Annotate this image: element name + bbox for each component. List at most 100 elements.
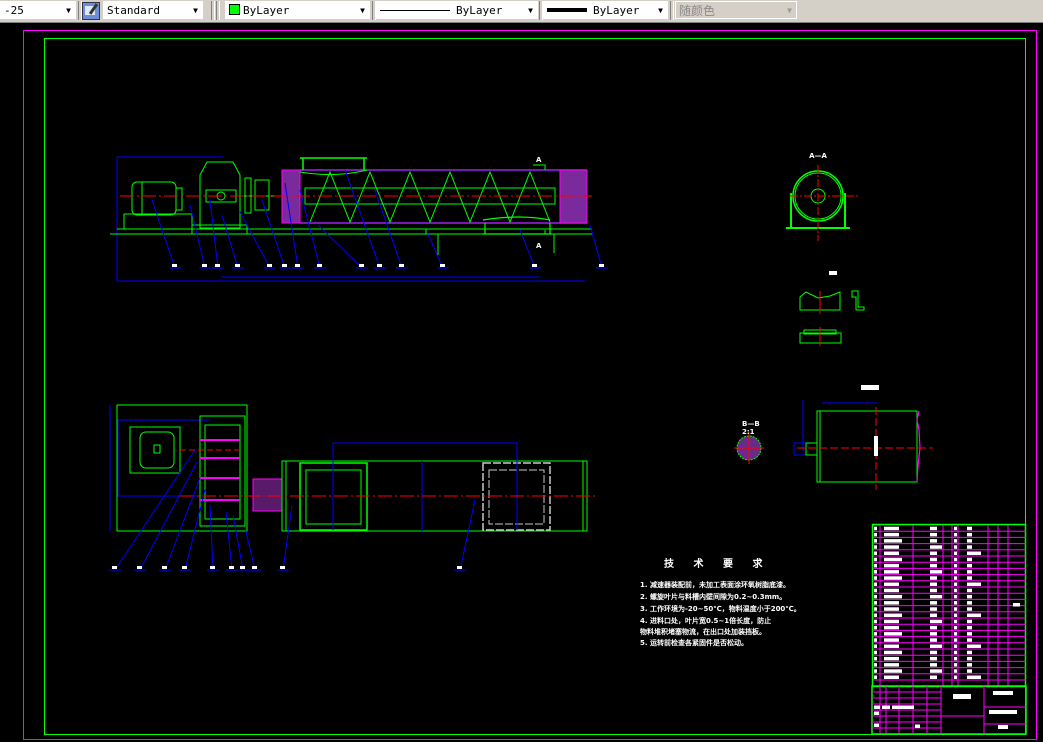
cell-text (874, 656, 877, 661)
leader-line (239, 211, 271, 269)
part-number (215, 264, 220, 267)
cell-text (1013, 603, 1020, 607)
cell-text (954, 632, 957, 636)
cell-text (954, 570, 957, 574)
leader-line (459, 499, 476, 571)
cell-text (874, 632, 877, 636)
cell-text (884, 582, 899, 586)
part-number (280, 566, 285, 569)
part-leaders (151, 169, 608, 269)
cell-text (884, 532, 899, 537)
cell-text (930, 588, 937, 593)
cell-text (884, 663, 899, 667)
cell-text (930, 675, 937, 679)
plotstyle-combo: 随颜色 ▼ (675, 1, 797, 19)
leader-line (427, 233, 444, 269)
cell-text (874, 532, 877, 537)
part-number (112, 566, 117, 569)
cell-text (884, 526, 899, 531)
part-number (172, 264, 177, 267)
cell-text (884, 669, 902, 673)
section-bb-label: B—B (742, 420, 760, 428)
leader-line (317, 224, 363, 269)
cell-text (930, 582, 937, 586)
cell-text (967, 663, 972, 667)
chevron-down-icon[interactable]: ▼ (528, 2, 533, 20)
cell-text (930, 669, 942, 673)
part-number (599, 264, 604, 267)
reducer-plan (199, 415, 246, 527)
cell-text (874, 675, 877, 679)
cell-text (954, 526, 957, 531)
cell-text (874, 619, 877, 624)
cell-text (967, 669, 972, 673)
chevron-down-icon[interactable]: ▼ (360, 2, 365, 20)
cell-text (954, 619, 957, 624)
section-mark-a-top: A (536, 156, 542, 164)
cell-text (874, 526, 877, 531)
cell-text (930, 601, 937, 605)
cell-text (930, 576, 937, 580)
chevron-down-icon[interactable]: ▼ (193, 2, 198, 20)
cell-text (874, 570, 877, 574)
chevron-down-icon[interactable]: ▼ (66, 2, 71, 20)
tech-req-title: 技 术 要 求 (664, 557, 770, 570)
cell-text (884, 576, 902, 580)
detail-views: B—B 2:1 (734, 271, 933, 490)
elevation-view: A A (110, 156, 608, 282)
cell-text (884, 632, 902, 636)
plotstyle-value: 随颜色 (679, 4, 716, 18)
cell-text (967, 563, 972, 568)
leader-line (244, 526, 256, 571)
cell-text (884, 557, 902, 562)
cell-text (967, 582, 981, 586)
part-number (282, 264, 287, 267)
tech-req-item: 1. 减速器装配前，未加工表面涂环氧树脂底漆。 (640, 580, 790, 589)
cell-text (874, 644, 877, 648)
cell-text (874, 545, 877, 549)
cell-text (967, 557, 972, 562)
leader-line (221, 214, 239, 269)
cell-text (874, 582, 877, 586)
cell-text (892, 705, 914, 709)
leader-line (589, 224, 603, 269)
cell-text (967, 632, 972, 636)
cell-text (930, 563, 937, 568)
plan-view (109, 404, 598, 571)
cell-text (874, 650, 877, 655)
cell-text (930, 551, 937, 555)
cell-text (967, 576, 972, 580)
part-number (532, 264, 537, 267)
tech-req-item: 4. 进料口处，叶片宽0.5~1倍长度，防止 (640, 616, 771, 625)
color-combo[interactable]: ByLayer ▼ (225, 1, 370, 19)
leader-line (209, 504, 214, 571)
cell-text (930, 570, 942, 574)
screw-flight (309, 170, 551, 224)
text-style-combo[interactable]: Standard ▼ (103, 1, 203, 19)
toolbar-separator (216, 1, 220, 20)
leader-line (164, 477, 201, 571)
cell-text (930, 532, 937, 537)
cell-text (930, 607, 937, 611)
gears (200, 439, 240, 501)
cell-text (930, 632, 937, 636)
color-swatch (229, 4, 240, 15)
leader-line (184, 489, 206, 571)
drawing-canvas[interactable]: A A A—A B—B 2:1 技 术 要 求 1. 减速器装配前，未加工表面涂… (0, 22, 1043, 742)
cell-text (874, 638, 877, 642)
cell-text (954, 613, 957, 617)
dimscale-combo[interactable]: -25 ▼ (0, 1, 76, 19)
cell-text (884, 588, 899, 593)
lineweight-combo[interactable]: ByLayer ▼ (543, 1, 668, 19)
bracket-part (851, 290, 865, 311)
cell-text (930, 526, 937, 531)
toolbar-separator (670, 1, 674, 20)
cell-text (930, 663, 937, 667)
lineweight-value: ByLayer (593, 4, 640, 17)
text-style-icon[interactable] (82, 2, 100, 20)
chevron-down-icon[interactable]: ▼ (658, 2, 663, 20)
part-number (440, 264, 445, 267)
cell-text (954, 601, 957, 605)
linetype-combo[interactable]: ByLayer ▼ (376, 1, 538, 19)
cell-text (930, 545, 942, 549)
